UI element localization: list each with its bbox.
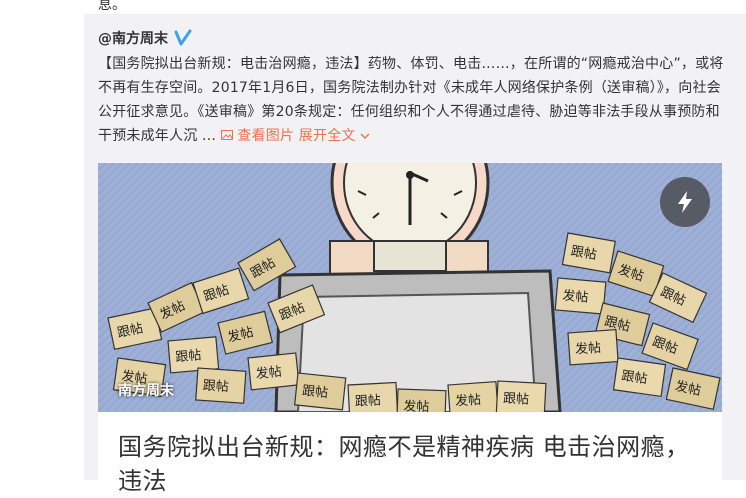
svg-text:发帖: 发帖: [255, 364, 283, 383]
svg-text:跟帖: 跟帖: [175, 348, 202, 365]
svg-text:跟帖: 跟帖: [355, 393, 382, 409]
article-image[interactable]: 跟帖 发帖 跟帖 跟帖 发帖 跟帖 发帖 跟帖 跟帖 发帖 跟帖 跟帖 发帖 跟…: [98, 163, 722, 412]
post-text: 【国务院拟出台新规：电击治网瘾，违法】药物、体罚、电击……，在所谓的“网瘾戒治中…: [98, 52, 728, 148]
view-pictures-label: 查看图片: [237, 128, 295, 144]
svg-text:发帖: 发帖: [455, 392, 482, 410]
post-text-main: 【国务院拟出台新规：电击治网瘾，违法】药物、体罚、电击……，在所谓的“网瘾戒治中…: [98, 56, 724, 144]
svg-text:跟帖: 跟帖: [301, 384, 328, 402]
author-row: @南方周末: [98, 28, 192, 48]
previous-post-text: 息。: [98, 0, 126, 13]
expand-full-text-link[interactable]: 展开全文: [299, 128, 370, 144]
svg-text:发帖: 发帖: [403, 398, 430, 412]
flash-action-button[interactable]: [660, 177, 710, 227]
svg-text:跟帖: 跟帖: [202, 378, 229, 395]
lightning-icon: [678, 191, 692, 213]
image-watermark: 南方周末: [118, 383, 174, 399]
article-title: 国务院拟出台新规：网瘾不是精神疾病 电击治网瘾，违法: [118, 433, 690, 495]
previous-post-tail: 息。: [0, 0, 746, 14]
expand-label: 展开全文: [298, 128, 356, 144]
chevron-down-icon: [360, 133, 370, 139]
cartoon-illustration: 跟帖 发帖 跟帖 跟帖 发帖 跟帖 发帖 跟帖 跟帖 发帖 跟帖 跟帖 发帖 跟…: [98, 163, 722, 412]
view-pictures-link[interactable]: 查看图片: [220, 128, 299, 144]
verified-v-icon: [174, 29, 192, 46]
svg-text:跟帖: 跟帖: [503, 391, 530, 407]
picture-icon: [220, 130, 233, 140]
svg-text:发帖: 发帖: [562, 287, 589, 305]
article-card-title-area[interactable]: 国务院拟出台新规：网瘾不是精神疾病 电击治网瘾，违法: [98, 412, 722, 495]
author-name[interactable]: @南方周末: [98, 28, 168, 48]
svg-text:发帖: 发帖: [575, 340, 602, 358]
